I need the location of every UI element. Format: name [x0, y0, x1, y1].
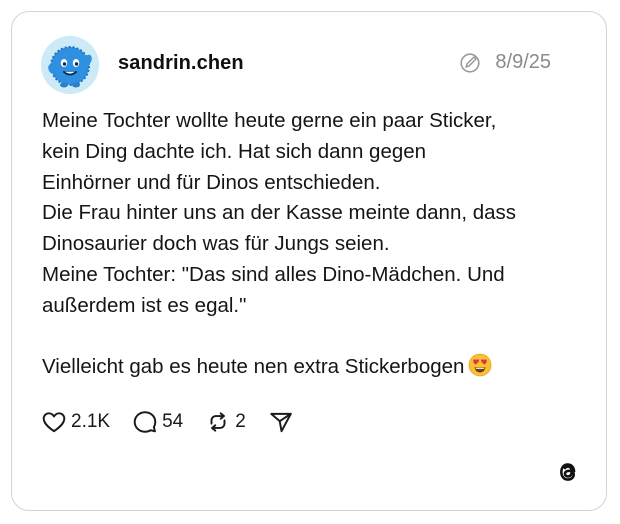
like-count: 2.1K [71, 411, 111, 432]
post-actions: 2.1K 54 2 [41, 409, 316, 435]
heart-eyes-emoji-icon [469, 353, 492, 377]
repost-button[interactable]: 2 [205, 409, 246, 435]
post-text-line: Die Frau hinter uns an der Kasse meinte … [42, 201, 517, 225]
avatar[interactable] [41, 36, 99, 94]
post-text-line: Dinosaurier doch was für Jungs seien. [42, 232, 390, 256]
post-text-line: außerdem ist es egal." [42, 293, 247, 317]
post-text-last-line: Vielleicht gab es heute nen extra Sticke… [42, 352, 582, 383]
send-icon [270, 412, 292, 433]
repost-icon [210, 412, 226, 432]
post-body: Meine Tochter wollte heute gerne ein paa… [42, 106, 582, 383]
post-text-line: kein Ding dachte ich. Hat sich dann gege… [42, 139, 427, 163]
comment-bubble-icon [133, 411, 157, 433]
like-button[interactable]: 2.1K [41, 409, 110, 435]
blue-fuzzy-creature-avatar-icon [41, 36, 99, 94]
post-date: 8/9/25 [495, 51, 551, 73]
reply-count: 54 [162, 411, 184, 432]
post-text-line: Einhörner und für Dinos entschieden. [42, 170, 381, 194]
post-text-line: Vielleicht gab es heute nen extra Sticke… [42, 355, 465, 379]
username[interactable]: sandrin.chen [118, 52, 244, 75]
post-text-blank-line [42, 322, 582, 353]
heart-icon [42, 412, 66, 433]
threads-logo-icon [560, 463, 576, 481]
post-text-line: Meine Tochter: "Das sind alles Dino-Mädc… [42, 262, 505, 286]
post-meta: 8/9/25 [459, 51, 551, 74]
post-card[interactable]: sandrin.chen 8/9/25 Meine Tochter wollte… [11, 11, 607, 511]
repost-count: 2 [235, 411, 246, 432]
edited-pencil-icon [460, 52, 480, 73]
post-text-line: Meine Tochter wollte heute gerne ein paa… [42, 109, 497, 132]
share-button[interactable] [268, 409, 294, 435]
reply-button[interactable]: 54 [132, 409, 183, 435]
